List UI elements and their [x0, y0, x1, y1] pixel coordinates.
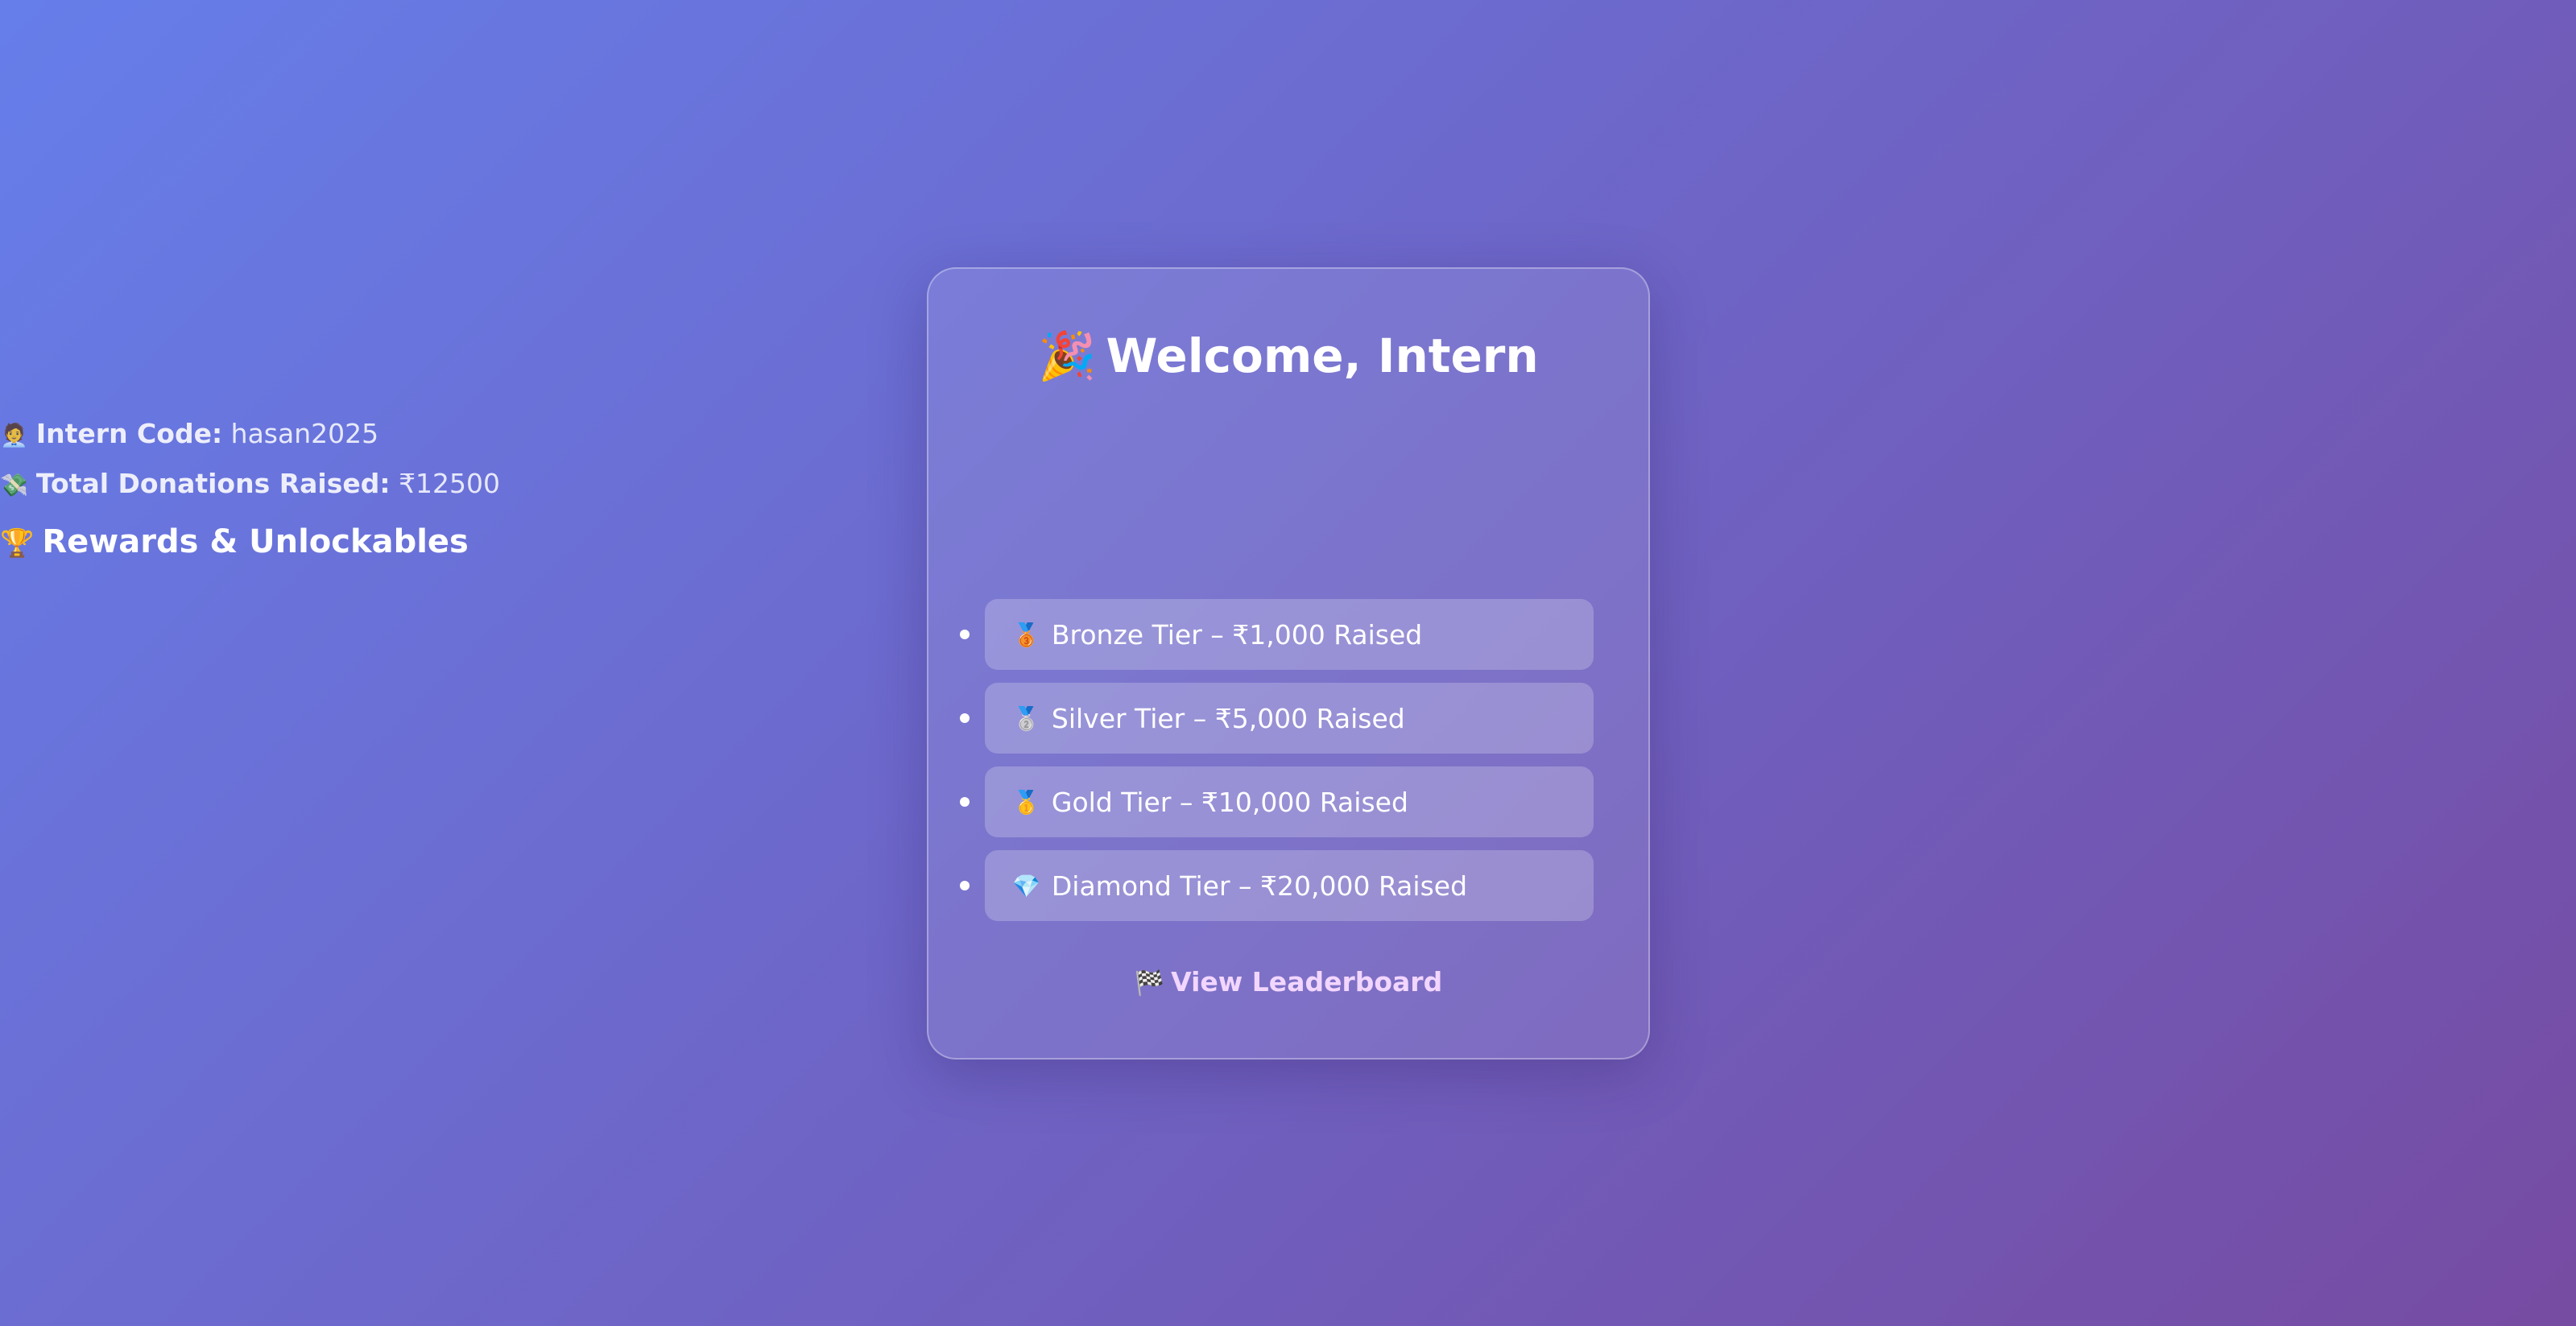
silver-medal-icon: 🥈: [1012, 704, 1040, 732]
tier-item-silver: 🥈 Silver Tier – ₹5,000 Raised: [960, 683, 1594, 754]
gem-icon: 💎: [1012, 872, 1040, 899]
tier-item-bronze: 🥉 Bronze Tier – ₹1,000 Raised: [960, 599, 1594, 670]
tier-label: Gold Tier – ₹10,000 Raised: [1051, 786, 1408, 818]
tier-label: Bronze Tier – ₹1,000 Raised: [1051, 618, 1423, 651]
total-donations-line: 💸 Total Donations Raised: ₹12500: [0, 467, 2576, 502]
list-bullet: [960, 713, 970, 723]
rewards-heading-text: Rewards & Unlockables: [42, 523, 469, 560]
page-title-text: Welcome, Intern: [1106, 328, 1539, 383]
tier-item-gold: 🥇 Gold Tier – ₹10,000 Raised: [960, 766, 1594, 837]
list-bullet: [960, 797, 970, 807]
intern-code-line: 🧑‍💼 Intern Code: hasan2025: [0, 417, 2576, 452]
total-donations-value: ₹12500: [399, 468, 501, 499]
rewards-tier-list: 🥉 Bronze Tier – ₹1,000 Raised 🥈 Silver T…: [960, 599, 1594, 934]
rewards-heading: 🏆 Rewards & Unlockables: [0, 523, 2576, 561]
tier-label: Diamond Tier – ₹20,000 Raised: [1051, 870, 1468, 902]
dashboard-card: 🎉 Welcome, Intern 🥉 Bronze Tier – ₹1,000 …: [927, 267, 1650, 1060]
total-donations-label: Total Donations Raised:: [35, 468, 391, 499]
list-bullet: [960, 630, 970, 639]
bronze-medal-icon: 🥉: [1012, 621, 1040, 648]
trophy-icon: 🏆: [0, 527, 35, 560]
person-icon: 🧑‍💼: [0, 422, 28, 448]
intern-code-value: hasan2025: [230, 418, 379, 449]
money-with-wings-icon: 💸: [0, 472, 28, 498]
checkered-flag-icon: 🏁: [1134, 969, 1165, 998]
view-leaderboard-label: View Leaderboard: [1171, 966, 1443, 998]
intern-code-label: Intern Code:: [35, 418, 223, 449]
tier-item-diamond: 💎 Diamond Tier – ₹20,000 Raised: [960, 850, 1594, 921]
tier-label: Silver Tier – ₹5,000 Raised: [1051, 702, 1405, 734]
list-bullet: [960, 881, 970, 890]
party-popper-icon: 🎉: [1038, 328, 1097, 383]
gold-medal-icon: 🥇: [1012, 788, 1040, 816]
view-leaderboard-link[interactable]: 🏁 View Leaderboard: [928, 966, 1648, 998]
page-title: 🎉 Welcome, Intern: [928, 328, 1648, 385]
